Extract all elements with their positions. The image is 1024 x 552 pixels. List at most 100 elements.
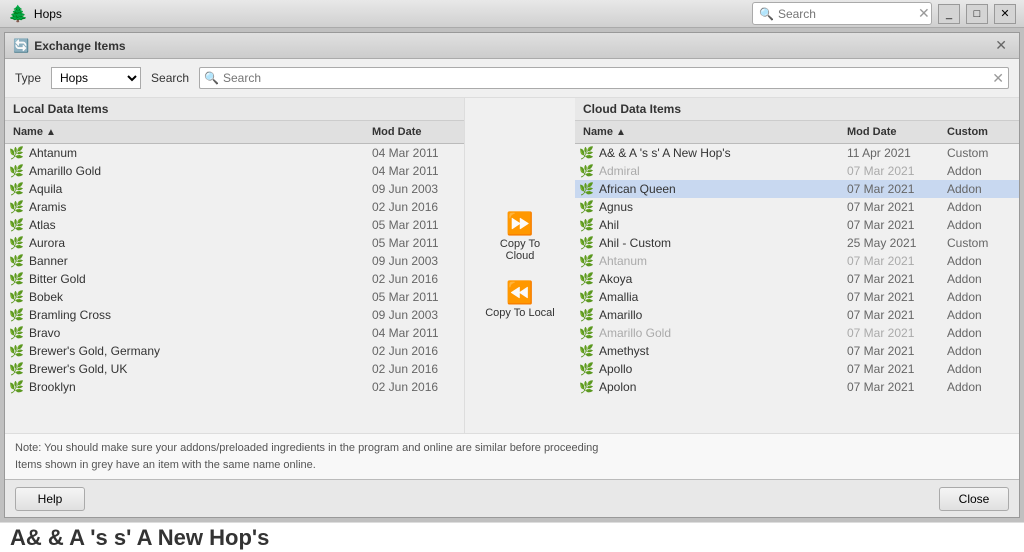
- local-table-row[interactable]: 🌿 Bobek 05 Mar 2011: [5, 288, 464, 306]
- cell-date: 25 May 2021: [839, 235, 939, 251]
- cell-date: 09 Jun 2003: [364, 307, 464, 323]
- search-icon: 🔍: [204, 71, 219, 85]
- local-table-row[interactable]: 🌿 Aramis 02 Jun 2016: [5, 198, 464, 216]
- local-table-row[interactable]: 🌿 Aquila 09 Jun 2003: [5, 180, 464, 198]
- app-title: Hops: [34, 7, 62, 21]
- cell-date: 07 Mar 2021: [839, 361, 939, 377]
- search-icon: 🔍: [759, 7, 774, 21]
- hop-icon: 🌿: [5, 326, 25, 340]
- cell-name: Ahil - Custom: [595, 235, 839, 251]
- cloud-table-row[interactable]: 🌿 Apollo 07 Mar 2021 Addon: [575, 360, 1019, 378]
- hop-icon: 🌿: [575, 200, 595, 214]
- cell-custom: Addon: [939, 271, 1019, 287]
- close-button[interactable]: Close: [939, 487, 1009, 511]
- global-search-input[interactable]: [778, 7, 918, 21]
- hop-icon: 🌿: [575, 308, 595, 322]
- dialog-title-left: 🔄 Exchange Items: [13, 38, 126, 54]
- cell-custom: Addon: [939, 217, 1019, 233]
- search-clear-button[interactable]: ✕: [992, 70, 1004, 87]
- local-table-row[interactable]: 🌿 Brewer's Gold, UK 02 Jun 2016: [5, 360, 464, 378]
- cell-name: Brooklyn: [25, 379, 364, 395]
- hop-icon: 🌿: [575, 326, 595, 340]
- cell-date: 09 Jun 2003: [364, 253, 464, 269]
- cell-custom: Addon: [939, 289, 1019, 305]
- cell-name: Agnus: [595, 199, 839, 215]
- local-table-row[interactable]: 🌿 Atlas 05 Mar 2011: [5, 216, 464, 234]
- help-button[interactable]: Help: [15, 487, 85, 511]
- cell-name: Amethyst: [595, 343, 839, 359]
- cell-custom: Addon: [939, 307, 1019, 323]
- cell-date: 02 Jun 2016: [364, 271, 464, 287]
- local-table-row[interactable]: 🌿 Bitter Gold 02 Jun 2016: [5, 270, 464, 288]
- cloud-table-row[interactable]: 🌿 African Queen 07 Mar 2021 Addon: [575, 180, 1019, 198]
- hop-icon: 🌿: [5, 362, 25, 376]
- type-select[interactable]: Hops: [51, 67, 141, 89]
- local-table-row[interactable]: 🌿 Brewer's Gold, Germany 02 Jun 2016: [5, 342, 464, 360]
- local-data-table: Name ▲ Mod Date 🌿 Ahtanum 04 Mar 2011 🌿 …: [5, 121, 464, 433]
- local-table-row[interactable]: 🌿 Bravo 04 Mar 2011: [5, 324, 464, 342]
- cell-name: Apolon: [595, 379, 839, 395]
- cell-name: Amallia: [595, 289, 839, 305]
- cloud-table-row[interactable]: 🌿 Akoya 07 Mar 2021 Addon: [575, 270, 1019, 288]
- cloud-col-name[interactable]: Name ▲: [575, 124, 839, 140]
- hop-icon: 🌿: [5, 182, 25, 196]
- cloud-table-body: 🌿 A& & A 's s' A New Hop's 11 Apr 2021 C…: [575, 144, 1019, 433]
- cell-date: 07 Mar 2021: [839, 217, 939, 233]
- cloud-table-row[interactable]: 🌿 Ahtanum 07 Mar 2021 Addon: [575, 252, 1019, 270]
- notes-line2: Items shown in grey have an item with th…: [15, 457, 1009, 474]
- copy-to-local-button[interactable]: ⏪ Copy To Local: [475, 276, 565, 325]
- cloud-table-row[interactable]: 🌿 Ahil 07 Mar 2021 Addon: [575, 216, 1019, 234]
- cloud-name-sort-arrow: ▲: [616, 127, 626, 138]
- global-search-bar[interactable]: 🔍 ✕: [752, 2, 932, 25]
- local-name-sort-arrow: ▲: [46, 127, 56, 138]
- cloud-table-row[interactable]: 🌿 Admiral 07 Mar 2021 Addon: [575, 162, 1019, 180]
- window-close-button[interactable]: ✕: [994, 4, 1016, 24]
- cell-name: Akoya: [595, 271, 839, 287]
- type-label: Type: [15, 71, 41, 85]
- hop-icon: 🌿: [575, 182, 595, 196]
- cell-name: A& & A 's s' A New Hop's: [595, 145, 839, 161]
- cell-custom: Addon: [939, 181, 1019, 197]
- cloud-table-header: Name ▲ Mod Date Custom: [575, 121, 1019, 144]
- cell-name: Aramis: [25, 199, 364, 215]
- cloud-col-date[interactable]: Mod Date: [839, 124, 939, 140]
- local-table-row[interactable]: 🌿 Brooklyn 02 Jun 2016: [5, 378, 464, 396]
- cell-date: 07 Mar 2021: [839, 199, 939, 215]
- window-maximize-button[interactable]: □: [966, 4, 988, 24]
- main-area: Local Data Items Name ▲ Mod Date 🌿 Ahtan…: [5, 98, 1019, 433]
- local-table-row[interactable]: 🌿 Aurora 05 Mar 2011: [5, 234, 464, 252]
- notes-line1: Note: You should make sure your addons/p…: [15, 440, 1009, 457]
- cell-date: 02 Jun 2016: [364, 199, 464, 215]
- cloud-table-row[interactable]: 🌿 Amarillo 07 Mar 2021 Addon: [575, 306, 1019, 324]
- local-table-row[interactable]: 🌿 Banner 09 Jun 2003: [5, 252, 464, 270]
- cell-date: 02 Jun 2016: [364, 343, 464, 359]
- cloud-table-row[interactable]: 🌿 Apolon 07 Mar 2021 Addon: [575, 378, 1019, 396]
- cloud-panel: Cloud Data Items Name ▲ Mod Date Custom …: [575, 98, 1019, 433]
- cloud-table-row[interactable]: 🌿 Ahil - Custom 25 May 2021 Custom: [575, 234, 1019, 252]
- local-table-row[interactable]: 🌿 Bramling Cross 09 Jun 2003: [5, 306, 464, 324]
- copy-to-cloud-button[interactable]: ⏩ Copy To Cloud: [475, 207, 565, 268]
- search-input[interactable]: [223, 71, 992, 85]
- window-minimize-button[interactable]: _: [938, 4, 960, 24]
- cell-date: 07 Mar 2021: [839, 325, 939, 341]
- dialog-close-button[interactable]: ✕: [991, 37, 1011, 54]
- cloud-table-row[interactable]: 🌿 Agnus 07 Mar 2021 Addon: [575, 198, 1019, 216]
- local-col-name[interactable]: Name ▲: [5, 124, 364, 140]
- cell-date: 07 Mar 2021: [839, 289, 939, 305]
- cell-date: 07 Mar 2021: [839, 163, 939, 179]
- local-col-date[interactable]: Mod Date: [364, 124, 464, 140]
- search-clear-icon[interactable]: ✕: [918, 5, 930, 22]
- cloud-col-custom[interactable]: Custom: [939, 124, 1019, 140]
- cloud-table-row[interactable]: 🌿 Amethyst 07 Mar 2021 Addon: [575, 342, 1019, 360]
- cell-name: Bobek: [25, 289, 364, 305]
- hop-icon: 🌿: [5, 254, 25, 268]
- search-input-wrap[interactable]: 🔍 ✕: [199, 67, 1009, 89]
- cloud-table-row[interactable]: 🌿 A& & A 's s' A New Hop's 11 Apr 2021 C…: [575, 144, 1019, 162]
- search-label: Search: [151, 71, 189, 85]
- local-table-row[interactable]: 🌿 Ahtanum 04 Mar 2011: [5, 144, 464, 162]
- local-table-row[interactable]: 🌿 Amarillo Gold 04 Mar 2011: [5, 162, 464, 180]
- notes-area: Note: You should make sure your addons/p…: [5, 433, 1019, 479]
- hop-icon: 🌿: [575, 362, 595, 376]
- cloud-table-row[interactable]: 🌿 Amallia 07 Mar 2021 Addon: [575, 288, 1019, 306]
- cloud-table-row[interactable]: 🌿 Amarillo Gold 07 Mar 2021 Addon: [575, 324, 1019, 342]
